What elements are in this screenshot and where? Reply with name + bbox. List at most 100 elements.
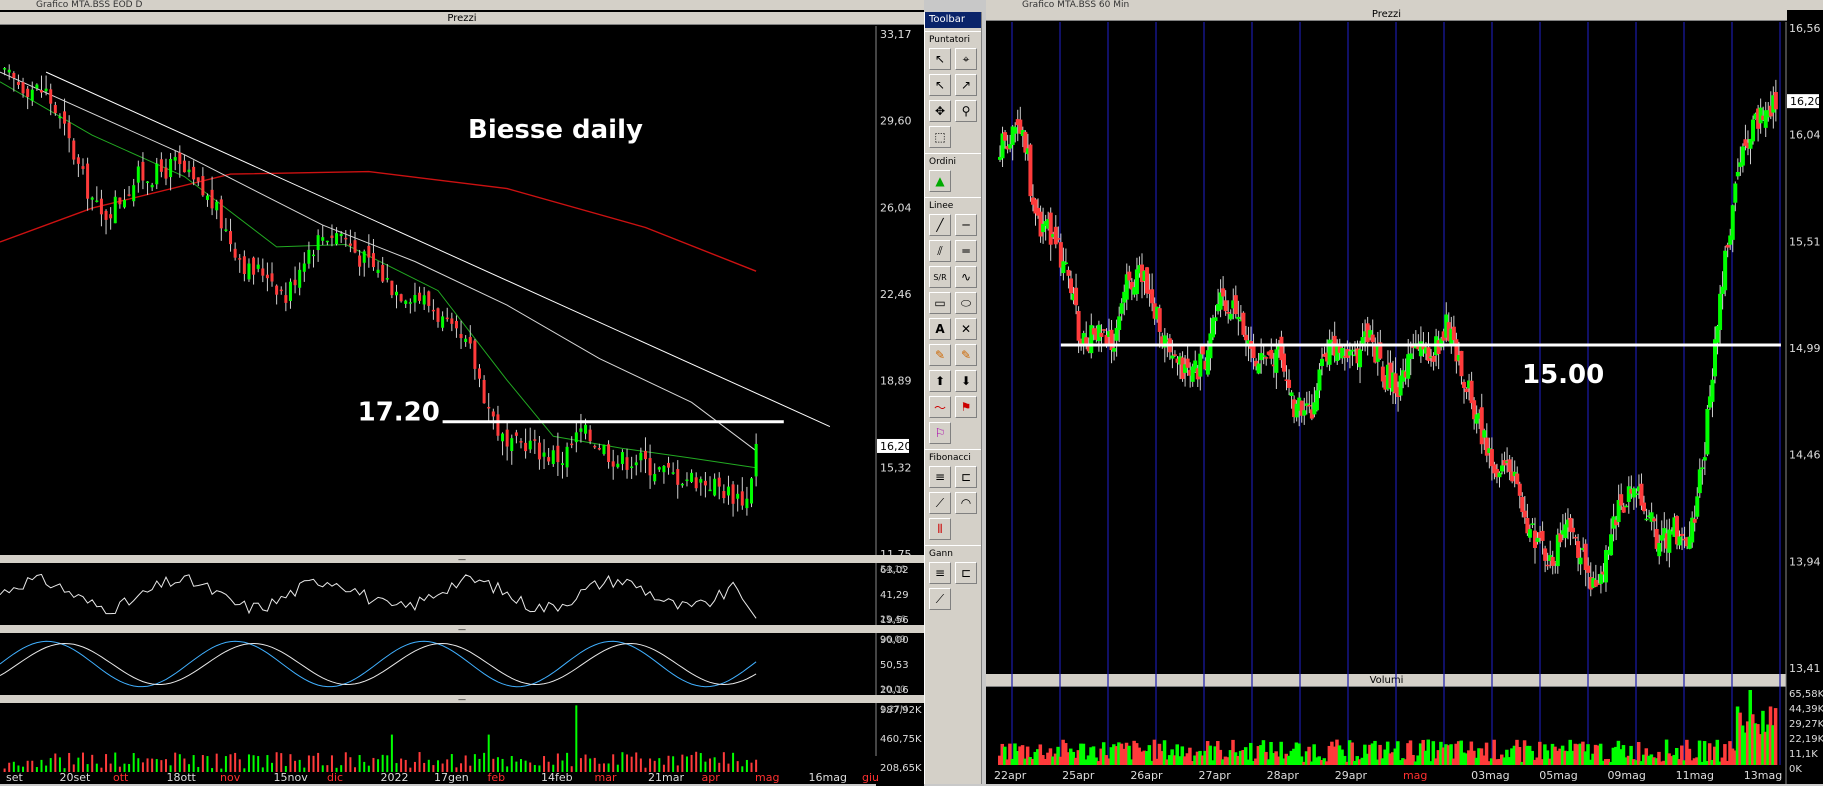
daily-candle-body [270,273,274,282]
polyline-icon[interactable]: ∿ [955,266,977,288]
horizontal-line-icon[interactable]: ─ [955,214,977,236]
intraday-candle-body [1695,496,1700,517]
daily-candle-body [459,334,463,339]
wave-icon[interactable]: 〜 [929,396,951,418]
daily-price-chart[interactable]: 33,1729,6026,0422,4618,8915,3211,7517.20… [0,26,924,786]
intraday-volume-bar [1773,708,1778,765]
intraday-candle-body [1200,345,1205,355]
intraday-candle-body [1109,329,1114,351]
gann-box-icon[interactable]: ⊏ [955,562,977,584]
daily-candle-body [233,248,237,258]
gann-grid-icon[interactable]: ≡ [929,562,951,584]
daily-candle-body [639,452,643,461]
daily-candle-body [12,72,16,78]
ellipse-icon[interactable]: ⬭ [955,292,977,314]
intraday-volume-y-tick: 0K [1789,764,1802,775]
intraday-candle-body [1545,564,1550,567]
intraday-candle-body [1634,493,1639,495]
support-resistance-icon[interactable]: S/R [929,266,951,288]
select-arrow-icon[interactable]: ↖ [929,74,951,96]
fib-retracement-icon[interactable]: ≡ [929,466,951,488]
daily-candle-body [482,379,486,404]
intraday-candle-body [1013,127,1018,134]
fib-fan-icon[interactable]: ⟋ [929,492,951,514]
intraday-candle-body [1127,271,1132,281]
daily-candle-body [146,181,150,183]
daily-volume-bar [275,752,278,772]
zoom-icon[interactable]: ⚲ [955,100,977,122]
daily-candle-body [505,429,509,447]
daily-candle-body [551,450,555,465]
fib-arc-icon[interactable]: ◠ [955,492,977,514]
daily-volume-bar [114,752,117,772]
order-icon[interactable]: ▲ [929,170,951,192]
channel-icon[interactable]: ═ [955,240,977,262]
daily-volume-bar [91,754,94,772]
daily-y-tick: 33,17 [880,28,912,41]
intraday-price-chart[interactable]: 16,56 16,04 15,51 14,99 14,46 13,94 13,41 15.00… [986,0,1823,784]
pointer-info-icon[interactable]: ⌖ [955,48,977,70]
daily-candle-body [265,274,269,279]
intraday-candle-body [1048,212,1053,245]
daily-volume-bar [206,756,209,772]
daily-volume-bar [464,755,467,772]
daily-volume-bar [197,766,200,772]
select-cross-icon[interactable]: ↗ [955,74,977,96]
daily-oscillator-line [0,573,757,619]
region-select-icon[interactable]: ⬚ [929,126,951,148]
daily-candle-body [109,214,113,219]
daily-volume-bar [639,758,642,772]
rectangle-icon[interactable]: ▭ [929,292,951,314]
daily-volume-bar [745,759,748,772]
daily-candle-body [122,199,126,208]
daily-volume-bar [344,752,347,772]
trendline-icon[interactable]: ╱ [929,214,951,236]
intraday-candle-body [1609,534,1614,556]
daily-volume-bar [54,753,57,772]
daily-volume-bar [377,759,380,772]
daily-candle-body [44,88,48,92]
delete-icon[interactable]: ✕ [955,318,977,340]
intraday-y-tick: 13,41 [1789,662,1821,675]
pencil-icon[interactable]: ✎ [929,344,951,366]
daily-candle-body [722,491,726,499]
daily-x-tick: 14feb [541,771,573,784]
intraday-candle-body [1347,351,1352,356]
intraday-candle-body [1314,390,1319,411]
intraday-candle-body [1459,350,1464,377]
daily-candle-body [279,289,283,292]
intraday-candle-body [1099,332,1104,337]
daily-subpanel-grip: — [458,555,466,564]
daily-y-tick: 22,46 [880,288,912,301]
daily-chart-titlebar[interactable]: Grafico MTA.BSS EOD D [0,0,924,10]
intraday-x-tick: 29apr [1335,769,1368,782]
pointer-arrow-icon[interactable]: ↖ [929,48,951,70]
daily-candle-body [215,201,219,211]
flag-icon[interactable]: ⚑ [955,396,977,418]
pencil-alt-icon[interactable]: ✎ [955,344,977,366]
daily-candle-body [436,308,440,322]
daily-volume-bar [533,765,536,772]
daily-x-tick: 18ott [167,771,197,784]
arrow-down-icon[interactable]: ⬇ [955,370,977,392]
daily-volume-bar [100,767,103,772]
pan-icon[interactable]: ✥ [929,100,951,122]
fib-time-icon[interactable]: ⦀ [929,518,951,540]
daily-volume-bar [672,756,675,772]
arrow-up-icon[interactable]: ⬆ [929,370,951,392]
daily-subpanel-y-tick: 50,53 [880,660,909,671]
fib-extension-icon[interactable]: ⊏ [955,466,977,488]
cycle-icon[interactable]: ⚐ [929,422,951,444]
daily-candle-body [450,318,454,324]
toolbar-section-ordini: Ordini [925,153,981,168]
toolbar-section-fibonacci: Fibonacci [925,449,981,464]
daily-subpanel-extra-tick: 1,27M [880,705,908,715]
daily-volume-bar [529,762,532,772]
text-tool-icon[interactable]: A [929,318,951,340]
intraday-x-tick: 22apr [994,769,1027,782]
intraday-y-tick: 15,51 [1789,235,1821,248]
gann-fan-icon[interactable]: ⟋ [929,588,951,610]
intraday-candle-body [1497,472,1502,478]
daily-candle-body [284,295,288,303]
parallel-lines-icon[interactable]: ⫽ [929,240,951,262]
